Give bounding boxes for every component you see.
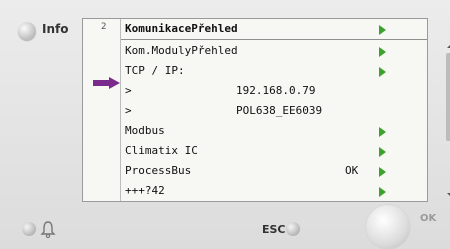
menu-item-label: >	[125, 104, 132, 117]
menu-item-label: >	[125, 84, 132, 97]
hostname-value: POL638_EE6039	[236, 104, 323, 117]
menu-item-ip-address: > 192.168.0.79	[121, 81, 427, 101]
esc-label: ESC	[262, 223, 286, 236]
scrollbar[interactable]	[443, 43, 450, 199]
menu-item-tcp-ip[interactable]: TCP / IP:	[121, 61, 427, 81]
pointer-arrow-icon	[93, 77, 120, 89]
bell-icon	[40, 221, 56, 238]
menu-list: KomunikacePřehled Kom.ModulyPřehled TCP …	[121, 19, 450, 201]
header-arrow-icon	[379, 25, 386, 35]
menu-item-label: Climatix IC	[125, 144, 198, 157]
scroll-thumb[interactable]	[446, 53, 450, 141]
menu-item-label: TCP / IP:	[125, 64, 185, 77]
nav-arrow-icon	[379, 187, 386, 197]
screen-left-column: 2	[83, 19, 121, 201]
info-label: Info	[42, 22, 69, 36]
ok-knob[interactable]	[366, 205, 410, 249]
menu-item-extra[interactable]: +++?42	[121, 181, 427, 201]
menu-item-kom-moduly[interactable]: Kom.ModulyPřehled	[121, 41, 427, 61]
menu-item-label: ProcessBus	[125, 164, 192, 177]
info-button[interactable]	[18, 22, 36, 40]
menu-header: KomunikacePřehled	[121, 19, 427, 40]
menu-item-label: Modbus	[125, 124, 165, 137]
menu-item-hostname: > POL638_EE6039	[121, 101, 427, 121]
menu-item-label: Kom.ModulyPřehled	[125, 44, 238, 57]
nav-arrow-icon	[379, 147, 386, 157]
nav-arrow-icon	[379, 67, 386, 77]
menu-item-processbus[interactable]: ProcessBus OK	[121, 161, 427, 181]
alarm-button[interactable]	[22, 222, 36, 236]
menu-header-label: KomunikacePřehled	[125, 22, 238, 35]
ip-address-value: 192.168.0.79	[236, 84, 316, 97]
menu-item-modbus[interactable]: Modbus	[121, 121, 427, 141]
status-value: OK	[345, 164, 359, 177]
nav-arrow-icon	[379, 167, 386, 177]
esc-button[interactable]	[286, 222, 300, 236]
nav-arrow-icon	[379, 47, 386, 57]
ok-label: OK	[420, 213, 437, 224]
menu-item-label: +++?42	[125, 184, 165, 197]
display-screen: 2 KomunikacePřehled Kom.ModulyPřehled TC…	[82, 18, 450, 202]
row-number: 2	[101, 22, 107, 32]
menu-item-climatix-ic[interactable]: Climatix IC	[121, 141, 427, 161]
nav-arrow-icon	[379, 127, 386, 137]
